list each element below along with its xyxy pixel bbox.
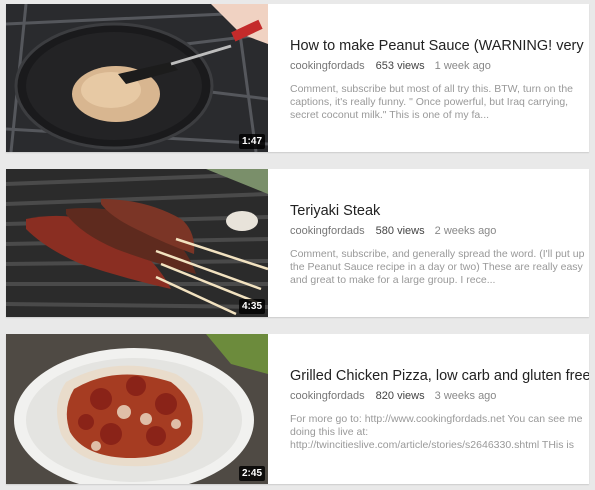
video-duration: 2:45 [238, 466, 265, 481]
video-meta: cookingfordads 580 views 2 weeks ago [290, 224, 589, 238]
video-thumbnail[interactable]: 2:45 [6, 334, 268, 484]
video-card[interactable]: 4:35 Teriyaki Steak cookingfordads 580 v… [6, 169, 589, 317]
video-description: Comment, subscribe but most of all try t… [290, 83, 574, 121]
video-title[interactable]: How to make Peanut Sauce (WARNING! very [290, 37, 589, 55]
upload-age: 3 weeks ago [434, 390, 497, 402]
video-title[interactable]: Grilled Chicken Pizza, low carb and glut… [290, 367, 589, 385]
video-duration: 4:35 [238, 299, 265, 314]
video-duration: 1:47 [238, 134, 265, 149]
pizza-thumbnail-image [6, 334, 268, 484]
upload-age: 1 week ago [434, 60, 491, 72]
video-meta: cookingfordads 653 views 1 week ago [290, 59, 589, 73]
video-thumbnail[interactable]: 4:35 [6, 169, 268, 317]
video-title[interactable]: Teriyaki Steak [290, 202, 589, 220]
video-description: For more go to: http://www.cookingfordad… [290, 413, 583, 451]
video-description: Comment, subscribe, and generally spread… [290, 248, 585, 286]
grill-thumbnail-image [6, 169, 268, 317]
video-card[interactable]: 1:47 How to make Peanut Sauce (WARNING! … [6, 4, 589, 152]
channel-name[interactable]: cookingfordads [290, 390, 365, 402]
video-thumbnail[interactable]: 1:47 [6, 4, 268, 152]
channel-name[interactable]: cookingfordads [290, 60, 365, 72]
channel-name[interactable]: cookingfordads [290, 225, 365, 237]
video-info: How to make Peanut Sauce (WARNING! very … [290, 37, 589, 122]
video-meta: cookingfordads 820 views 3 weeks ago [290, 389, 589, 403]
video-feed: 1:47 How to make Peanut Sauce (WARNING! … [0, 0, 595, 490]
video-card[interactable]: 2:45 Grilled Chicken Pizza, low carb and… [6, 334, 589, 484]
pan-thumbnail-image [6, 4, 268, 152]
video-info: Teriyaki Steak cookingfordads 580 views … [290, 202, 589, 287]
video-info: Grilled Chicken Pizza, low carb and glut… [290, 367, 589, 452]
view-count: 653 views [375, 60, 425, 72]
view-count: 580 views [375, 225, 425, 237]
upload-age: 2 weeks ago [434, 225, 497, 237]
view-count: 820 views [375, 390, 425, 402]
